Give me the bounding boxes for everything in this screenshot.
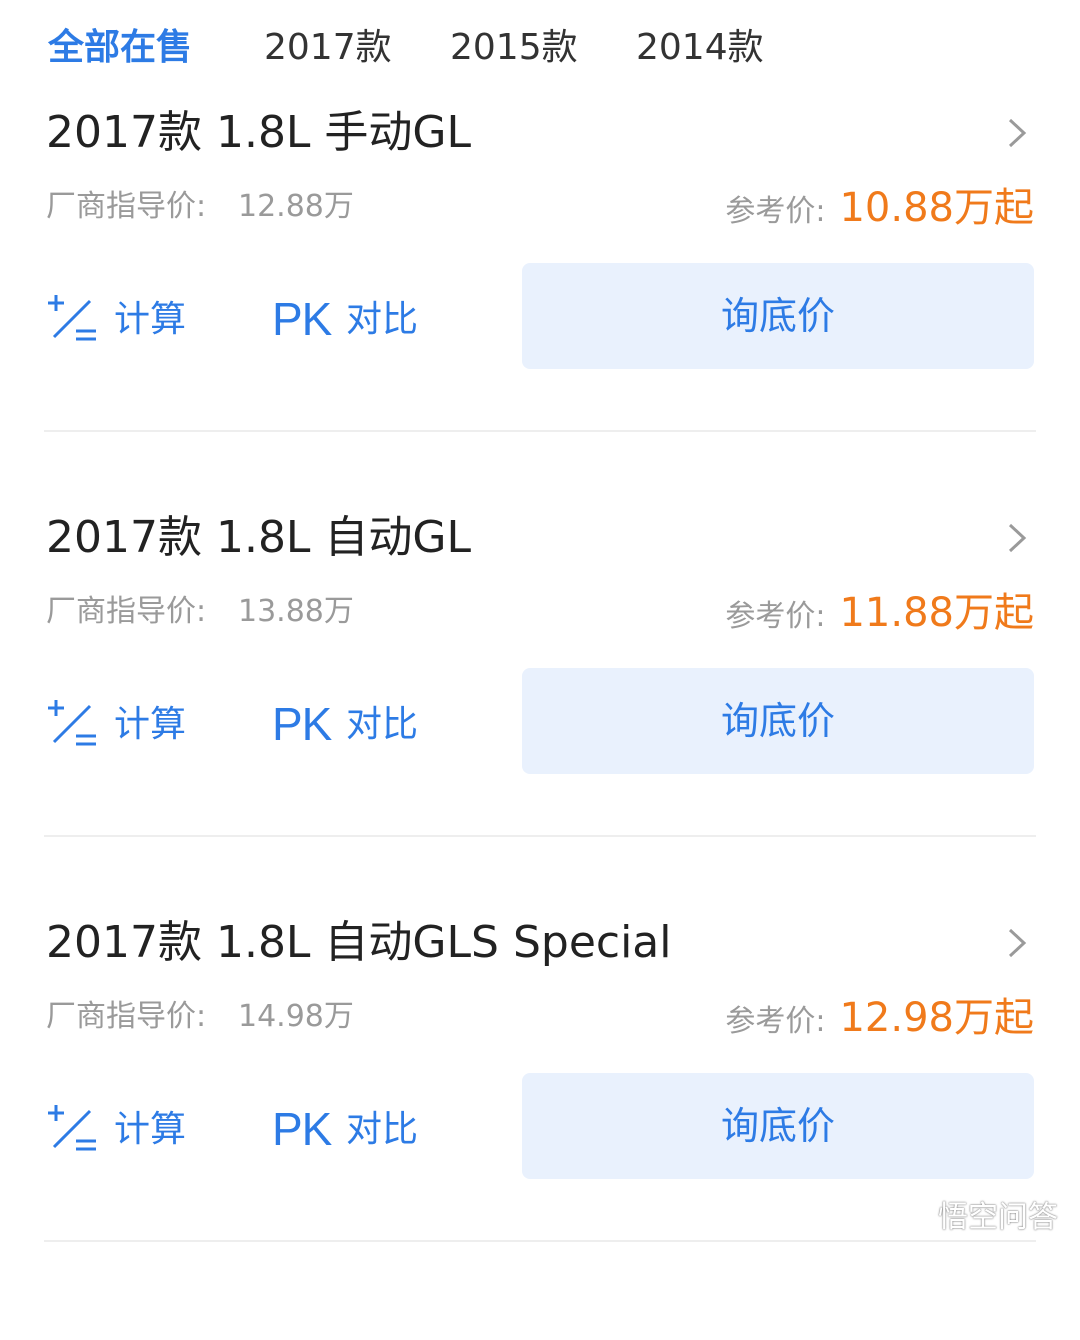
reference-price: 参考价: 10.88万起 (725, 175, 1034, 235)
reference-price-value: 10.88万起 (839, 185, 1034, 231)
guide-price-value: 12.88万 (238, 189, 354, 224)
guide-price-label: 厂商指导价: (46, 189, 207, 224)
tab-2017[interactable]: 2017款 (264, 22, 392, 74)
divider (44, 1240, 1036, 1242)
chevron-right-icon[interactable] (1004, 522, 1030, 554)
year-tab-bar: 全部在售 2017款 2015款 2014款 (0, 0, 1080, 100)
wukong-watermark: 悟空问答 (892, 1192, 1058, 1236)
pk-icon[interactable]: PK (272, 1101, 332, 1157)
tab-2014[interactable]: 2014款 (636, 22, 764, 74)
pk-icon[interactable]: PK (272, 696, 332, 752)
tab-2015[interactable]: 2015款 (450, 22, 578, 74)
reference-price: 参考价: 11.88万起 (725, 580, 1034, 640)
trim-title[interactable]: 2017款 1.8L 自动GL (46, 508, 471, 568)
reference-price-value: 12.98万起 (839, 995, 1034, 1041)
watermark-text: 悟空问答 (938, 1200, 1058, 1235)
reference-price-label: 参考价: (725, 599, 826, 634)
inquire-price-button[interactable]: 询底价 (522, 263, 1034, 369)
guide-price-value: 13.88万 (238, 594, 354, 629)
divider (44, 835, 1036, 837)
calculate-button[interactable]: 计算 (114, 1105, 186, 1155)
reference-price: 参考价: 12.98万起 (725, 985, 1034, 1045)
pk-icon[interactable]: PK (272, 291, 332, 347)
compare-button[interactable]: 对比 (346, 1105, 418, 1155)
list-item[interactable]: 2017款 1.8L 手动GL 厂商指导价: 12.88万 参考价: 10.88… (0, 107, 1080, 530)
calculator-icon[interactable] (46, 293, 98, 345)
inquire-price-button[interactable]: 询底价 (522, 668, 1034, 774)
inquire-price-button[interactable]: 询底价 (522, 1073, 1034, 1179)
chevron-right-icon[interactable] (1004, 117, 1030, 149)
guide-price-label: 厂商指导价: (46, 594, 207, 629)
compare-button[interactable]: 对比 (346, 295, 418, 345)
list-item[interactable]: 2017款 1.8L 自动GL 厂商指导价: 13.88万 参考价: 11.88… (0, 512, 1080, 935)
list-item[interactable]: 2017款 1.8L 自动GLS Special 厂商指导价: 14.98万 参… (0, 917, 1080, 1340)
compare-button[interactable]: 对比 (346, 700, 418, 750)
guide-price-value: 14.98万 (238, 999, 354, 1034)
trim-title[interactable]: 2017款 1.8L 手动GL (46, 103, 471, 163)
divider (44, 430, 1036, 432)
reference-price-value: 11.88万起 (839, 590, 1034, 636)
trim-title[interactable]: 2017款 1.8L 自动GLS Special (46, 913, 672, 973)
reference-price-label: 参考价: (725, 1004, 826, 1039)
guide-price-label: 厂商指导价: (46, 999, 207, 1034)
calculator-icon[interactable] (46, 698, 98, 750)
wukong-logo-icon (893, 1203, 931, 1225)
chevron-right-icon[interactable] (1004, 927, 1030, 959)
calculate-button[interactable]: 计算 (114, 295, 186, 345)
calculator-icon[interactable] (46, 1103, 98, 1155)
tab-all-on-sale[interactable]: 全部在售 (48, 22, 192, 74)
reference-price-label: 参考价: (725, 194, 826, 229)
calculate-button[interactable]: 计算 (114, 700, 186, 750)
